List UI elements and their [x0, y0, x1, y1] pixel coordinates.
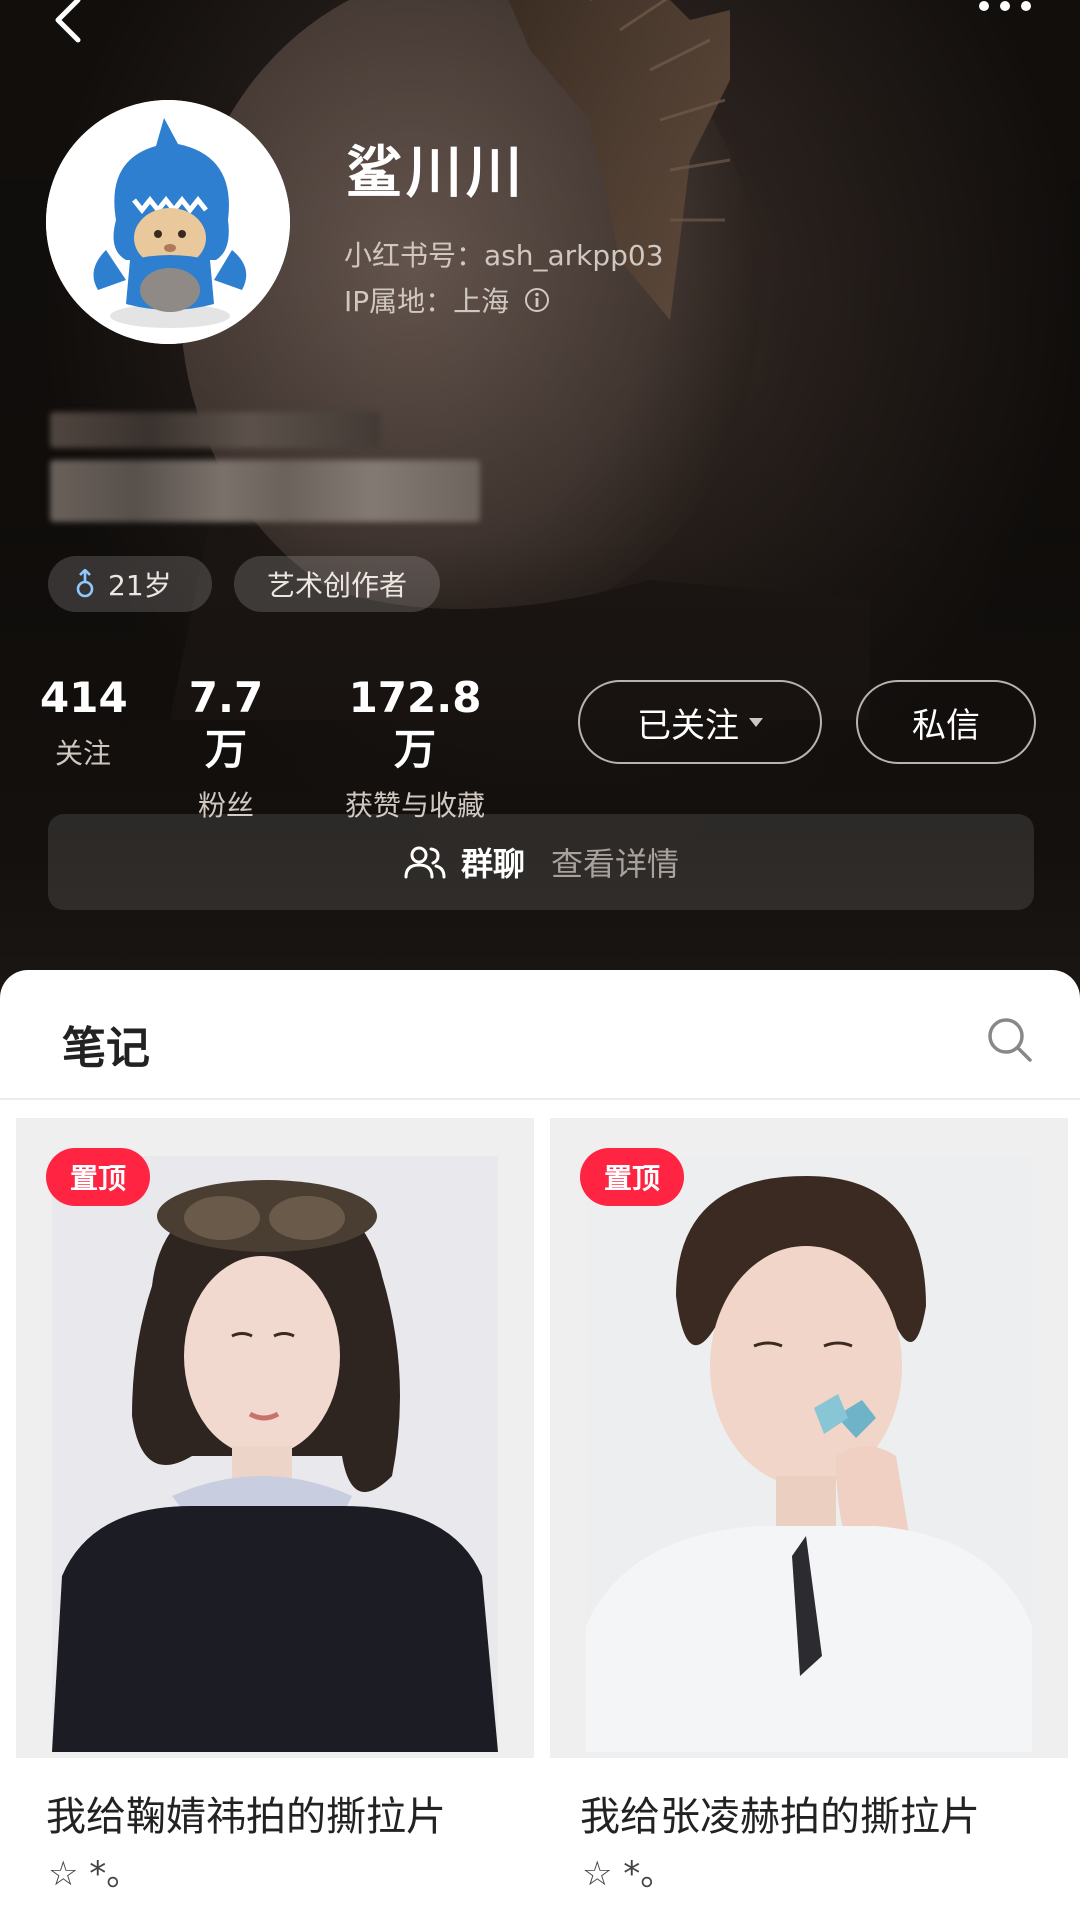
notes-panel: 笔记 置顶 我给鞠婧祎拍的撕拉片 ☆ *。 置顶 我给张凌赫拍的撕拉片 ☆ *。: [0, 970, 1080, 1926]
note-photo-woman: [52, 1156, 498, 1752]
followers-stat[interactable]: 7.7万 粉丝: [170, 672, 282, 824]
group-chat-label: 群聊: [460, 845, 525, 883]
message-button[interactable]: 私信: [856, 680, 1036, 764]
note-title: 我给张凌赫拍的撕拉片: [580, 1794, 980, 1840]
ip-location-text: IP属地：上海: [344, 285, 510, 318]
age-tag: 21岁: [48, 556, 212, 612]
profile-header: 鲨川川 小红书号：ash_arkpp03 IP属地：上海 21岁 艺术创作者 4…: [0, 0, 1080, 990]
red-id: 小红书号：ash_arkpp03: [344, 239, 664, 272]
pinned-badge: 置顶: [580, 1148, 684, 1206]
followers-count: 7.7万: [188, 673, 264, 774]
caret-down-icon: [749, 717, 763, 727]
role-tag: 艺术创作者: [234, 556, 440, 612]
note-photo-man: [586, 1156, 1032, 1752]
likes-stat[interactable]: 172.8万 获赞与收藏: [330, 672, 500, 824]
likes-count: 172.8万: [348, 673, 482, 774]
followed-button[interactable]: 已关注: [578, 680, 822, 764]
more-options-icon[interactable]: [970, 0, 1040, 26]
note-card[interactable]: 置顶 我给鞠婧祎拍的撕拉片 ☆ *。: [16, 1118, 534, 1926]
info-icon[interactable]: [523, 286, 551, 314]
notes-divider: [0, 1098, 1080, 1100]
group-chat-bar[interactable]: 群聊 查看详情: [48, 814, 1034, 910]
message-label: 私信: [912, 705, 980, 746]
shark-plush-avatar-image: [46, 100, 290, 344]
note-title: 我给鞠婧祎拍的撕拉片: [46, 1794, 446, 1840]
group-detail-link: 查看详情: [551, 845, 680, 883]
note-subtitle: ☆ *。: [48, 1854, 141, 1894]
role-label: 艺术创作者: [266, 569, 407, 602]
following-count: 414: [40, 673, 128, 722]
profile-nickname: 鲨川川: [346, 141, 526, 206]
blurred-bio-line-2: [50, 460, 480, 522]
notes-tab-title[interactable]: 笔记: [62, 1012, 150, 1076]
avatar[interactable]: [46, 100, 290, 344]
back-icon[interactable]: [44, 0, 100, 50]
age-label: 21岁: [108, 569, 172, 602]
note-cover: [550, 1118, 1068, 1758]
group-users-icon: [404, 846, 446, 879]
followed-label: 已关注: [637, 705, 739, 746]
blurred-bio-line-1: [50, 412, 380, 448]
ip-location: IP属地：上海: [344, 280, 551, 320]
following-stat[interactable]: 414 关注: [40, 672, 128, 772]
search-icon[interactable]: [984, 1014, 1034, 1064]
following-label: 关注: [54, 737, 111, 770]
note-cover: [16, 1118, 534, 1758]
note-subtitle: ☆ *。: [582, 1854, 675, 1894]
pinned-badge: 置顶: [46, 1148, 150, 1206]
male-icon: [76, 569, 94, 598]
note-card[interactable]: 置顶 我给张凌赫拍的撕拉片 ☆ *。: [550, 1118, 1068, 1926]
